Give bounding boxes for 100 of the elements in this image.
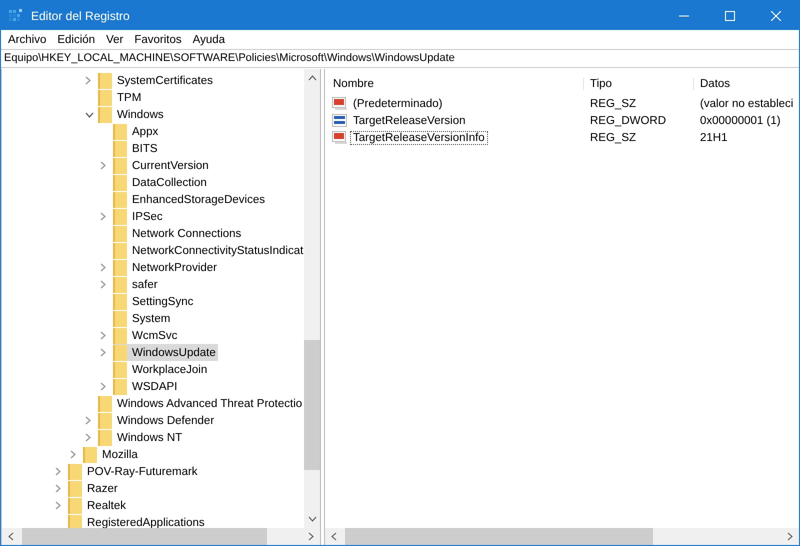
tree-item[interactable]: EnhancedStorageDevices bbox=[113, 191, 267, 208]
scroll-thumb[interactable] bbox=[345, 528, 654, 545]
scroll-right-icon[interactable] bbox=[787, 532, 793, 541]
tree-item[interactable]: SettingSync bbox=[113, 293, 196, 310]
maximize-icon bbox=[725, 10, 735, 20]
column-header[interactable]: Tipo bbox=[583, 78, 693, 90]
tree-item[interactable]: WorkplaceJoin bbox=[113, 361, 210, 378]
scroll-up-icon[interactable] bbox=[308, 75, 316, 81]
tree-item[interactable]: safer bbox=[113, 276, 160, 293]
value-name[interactable]: TargetReleaseVersion bbox=[350, 114, 469, 128]
chevron-right-icon[interactable] bbox=[100, 161, 106, 170]
chevron-right-icon[interactable] bbox=[70, 450, 76, 459]
tree-item[interactable]: NetworkProvider bbox=[113, 259, 219, 276]
table-cell-text: REG_SZ bbox=[589, 132, 638, 144]
value-name[interactable]: (Predeterminado) bbox=[350, 96, 446, 110]
chevron-right-icon[interactable] bbox=[100, 382, 106, 391]
binary-value-icon bbox=[332, 114, 348, 128]
menu-item[interactable]: Favoritos bbox=[129, 34, 188, 46]
value-name[interactable]: TargetReleaseVersionInfo bbox=[350, 130, 488, 144]
scroll-left-icon[interactable] bbox=[8, 532, 14, 541]
tree-item[interactable]: Appx bbox=[113, 123, 160, 140]
menu-item[interactable]: Ver bbox=[101, 34, 130, 46]
chevron-right-icon[interactable] bbox=[100, 331, 106, 340]
tree-item[interactable]: SystemCertificates bbox=[98, 72, 215, 89]
menu-item[interactable]: Archivo bbox=[3, 34, 52, 46]
tree-item[interactable]: Realtek bbox=[68, 497, 128, 514]
folder-icon bbox=[113, 344, 127, 360]
folder-icon bbox=[68, 464, 82, 480]
table-cell-text: 0x00000001 (1) bbox=[699, 114, 782, 126]
tree-item[interactable]: Windows Advanced Threat Protectio bbox=[98, 395, 304, 412]
window-title: Editor del Registro bbox=[31, 8, 130, 22]
folder-icon bbox=[98, 396, 112, 412]
tree-item[interactable]: TPM bbox=[98, 89, 144, 106]
scroll-thumb[interactable] bbox=[22, 528, 267, 545]
vertical-scrollbar[interactable] bbox=[304, 69, 320, 528]
tree-item[interactable]: Razer bbox=[68, 480, 120, 497]
tree-item[interactable]: DataCollection bbox=[113, 174, 209, 191]
tree-item[interactable]: Windows NT bbox=[98, 429, 184, 446]
tree-item[interactable]: Windows bbox=[98, 106, 166, 123]
table-cell-text: REG_DWORD bbox=[589, 114, 668, 126]
folder-icon bbox=[68, 498, 82, 514]
folder-icon bbox=[113, 328, 127, 344]
folder-icon bbox=[98, 72, 112, 88]
tree-item[interactable]: Windows Defender bbox=[98, 412, 216, 429]
close-icon bbox=[771, 10, 781, 20]
chevron-right-icon[interactable] bbox=[100, 212, 106, 221]
folder-icon bbox=[98, 430, 112, 446]
scroll-left-icon[interactable] bbox=[331, 532, 337, 541]
tree-item[interactable]: Mozilla bbox=[83, 446, 140, 463]
chevron-right-icon[interactable] bbox=[100, 280, 106, 289]
chevron-right-icon[interactable] bbox=[85, 433, 91, 442]
menu-item[interactable]: Edición bbox=[52, 34, 102, 46]
tree-item[interactable]: IPSec bbox=[113, 208, 165, 225]
chevron-down-icon[interactable] bbox=[85, 112, 94, 118]
folder-icon bbox=[113, 378, 127, 394]
chevron-right-icon[interactable] bbox=[55, 501, 61, 510]
folder-icon bbox=[68, 480, 82, 496]
scroll-right-icon[interactable] bbox=[308, 532, 314, 541]
folder-icon bbox=[83, 446, 97, 462]
chevron-right-icon[interactable] bbox=[85, 76, 91, 85]
folder-icon bbox=[98, 90, 112, 106]
table-cell-text: 21H1 bbox=[699, 132, 728, 144]
tree-item[interactable]: NetworkConnectivityStatusIndicat bbox=[113, 242, 304, 259]
column-header[interactable]: Nombre bbox=[325, 78, 583, 90]
chevron-right-icon[interactable] bbox=[100, 348, 106, 357]
horizontal-scrollbar[interactable] bbox=[2, 528, 320, 545]
folder-icon bbox=[113, 208, 127, 224]
scroll-thumb[interactable] bbox=[304, 340, 320, 470]
folder-icon bbox=[113, 294, 127, 310]
folder-icon bbox=[113, 276, 127, 292]
string-value-icon bbox=[332, 130, 348, 144]
registry-icon bbox=[9, 8, 23, 22]
tree-item[interactable]: WSDAPI bbox=[113, 378, 180, 395]
tree-item[interactable]: BITS bbox=[113, 140, 160, 157]
folder-icon bbox=[113, 174, 127, 190]
tree-item[interactable]: WcmSvc bbox=[113, 327, 180, 344]
folder-icon bbox=[113, 362, 127, 378]
folder-icon bbox=[98, 412, 112, 428]
tree-item[interactable]: POV-Ray-Futuremark bbox=[68, 463, 200, 480]
chevron-right-icon[interactable] bbox=[55, 484, 61, 493]
chevron-right-icon[interactable] bbox=[85, 416, 91, 425]
chevron-right-icon[interactable] bbox=[100, 263, 106, 272]
folder-icon bbox=[113, 310, 127, 326]
string-value-icon bbox=[332, 96, 348, 110]
scroll-down-icon[interactable] bbox=[308, 516, 316, 522]
tree-item[interactable]: System bbox=[113, 310, 172, 327]
folder-icon bbox=[113, 124, 127, 140]
folder-icon bbox=[113, 242, 127, 258]
folder-icon bbox=[98, 106, 112, 122]
folder-icon bbox=[113, 260, 127, 276]
column-header[interactable]: Datos bbox=[693, 78, 799, 90]
address-field[interactable]: Equipo\HKEY_LOCAL_MACHINE\SOFTWARE\Policies\Microsoft\Windows\WindowsUpdate bbox=[1, 49, 799, 68]
horizontal-scrollbar[interactable] bbox=[325, 528, 799, 545]
chevron-right-icon[interactable] bbox=[55, 467, 61, 476]
tree-item[interactable]: WindowsUpdate bbox=[113, 344, 218, 361]
folder-icon bbox=[113, 192, 127, 208]
menu-item[interactable]: Ayuda bbox=[188, 34, 232, 46]
tree-item[interactable]: CurrentVersion bbox=[113, 157, 211, 174]
tree-item[interactable]: Network Connections bbox=[113, 225, 244, 242]
folder-icon bbox=[113, 158, 127, 174]
